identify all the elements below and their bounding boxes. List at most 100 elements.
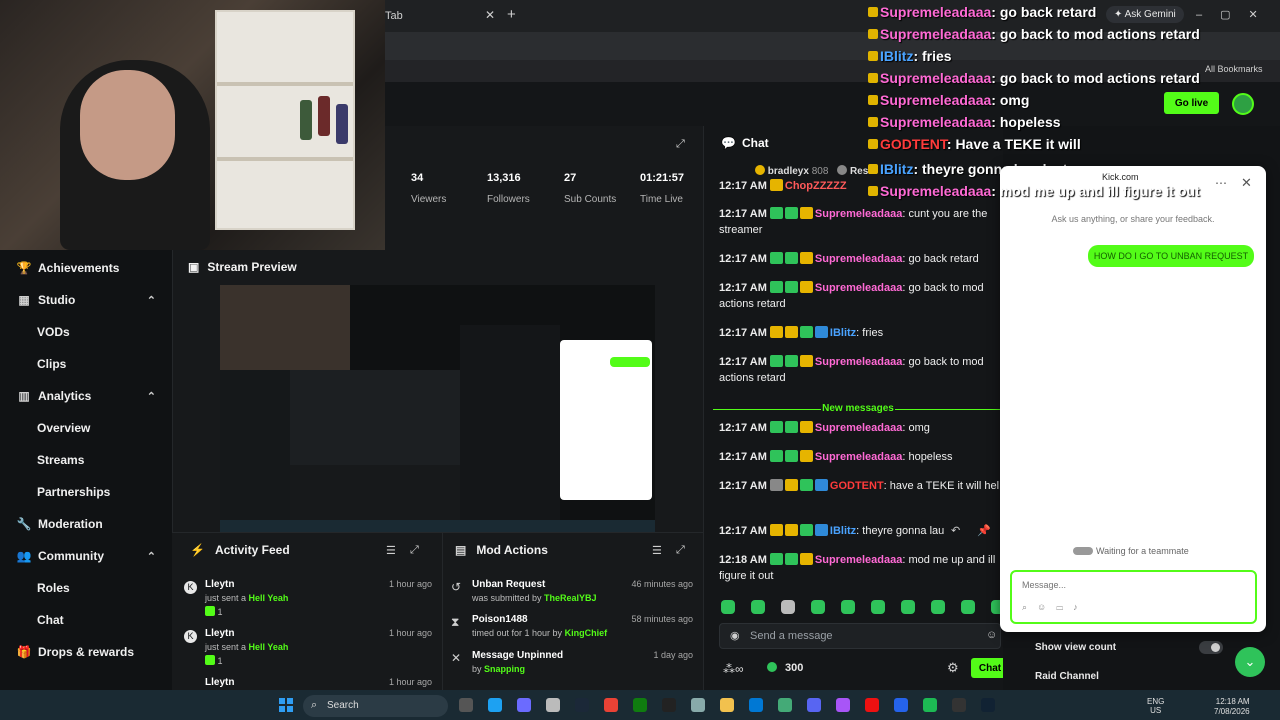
expand-icon[interactable]: ⤢ bbox=[676, 138, 685, 151]
new-messages-divider[interactable]: New messages bbox=[713, 403, 1003, 415]
app-icon[interactable] bbox=[517, 698, 531, 712]
app-icon[interactable] bbox=[865, 698, 879, 712]
monitor-icon: ▣ bbox=[188, 260, 200, 274]
sidebar-item-overview[interactable]: Overview bbox=[0, 412, 172, 444]
chat-message[interactable]: 12:17 AM IBlitz: theyre gonna lau ↶ 📌 bbox=[719, 523, 1001, 539]
pinned-users: bradleyx 808 Resid bbox=[755, 165, 877, 177]
stream-preview-title: ▣ Stream Preview bbox=[188, 260, 297, 274]
chat-message[interactable]: 12:17 AM IBlitz: fries bbox=[719, 325, 1001, 341]
chatgpt-icon[interactable] bbox=[546, 698, 560, 712]
taskbar-search[interactable]: ⌕ Search bbox=[303, 695, 448, 717]
sidebar-item-community[interactable]: 👥 Community ⌃ bbox=[0, 540, 172, 572]
sidebar-item-vods[interactable]: VODs bbox=[0, 316, 172, 348]
folder-icon[interactable] bbox=[720, 698, 734, 712]
list-item: Lleytn 1 hour ago bbox=[205, 677, 432, 688]
chat-message[interactable]: 12:17 AM Supremeleadaaa: go back retard bbox=[719, 251, 1001, 267]
ask-gemini-button[interactable]: ✦ Ask Gemini bbox=[1106, 6, 1184, 23]
wrench-icon: 🔧 bbox=[16, 517, 32, 531]
stat-sub-counts: 27 Sub Counts bbox=[564, 172, 617, 205]
user-message-bubble: HOW DO I GO TO UNBAN REQUEST bbox=[1088, 245, 1254, 267]
language-indicator[interactable]: ENG US bbox=[1147, 697, 1164, 715]
store-icon[interactable] bbox=[749, 698, 763, 712]
chat-message[interactable]: 12:17 AM Supremeleadaaa: go back to mod a… bbox=[719, 280, 1001, 312]
sidebar-item-clips[interactable]: Clips bbox=[0, 348, 172, 380]
windows-start-icon[interactable] bbox=[279, 698, 293, 712]
chrome-icon[interactable] bbox=[604, 698, 618, 712]
epic-icon[interactable] bbox=[662, 698, 676, 712]
chat-message[interactable]: 12:18 AM Supremeleadaaa: mod me up and il… bbox=[719, 552, 1001, 584]
show-view-count-toggle[interactable] bbox=[1199, 641, 1223, 654]
chat-message[interactable]: 12:17 AM Supremeleadaaa: cunt you are the… bbox=[719, 206, 1001, 238]
app-icon[interactable] bbox=[981, 698, 995, 712]
crown-icon bbox=[755, 165, 765, 175]
more-options-icon[interactable]: ⋯ bbox=[1215, 176, 1227, 190]
studio-sidebar: 🏆 Achievements ▦ Studio ⌃ VODs Clips ▥ Analy… bbox=[0, 250, 172, 690]
gear-icon[interactable]: ⚙ bbox=[947, 660, 959, 676]
overlay-chat-line: Supremeleadaaa: mod me up and ill figure… bbox=[868, 183, 1200, 199]
list-item: ⧗ Poison1488 timed out for 1 hour by Kin… bbox=[451, 614, 693, 638]
support-chat-popup bbox=[1000, 166, 1266, 632]
emote-bar[interactable] bbox=[721, 600, 1005, 617]
spotify-icon[interactable] bbox=[923, 698, 937, 712]
pin-icon[interactable]: 📌 bbox=[977, 523, 991, 539]
discord-icon[interactable] bbox=[807, 698, 821, 712]
overlay-chat-line: Supremeleadaaa: go back to mod actions r… bbox=[868, 26, 1200, 42]
mod-actions-panel: ▤ Mod Actions ☰ ⤢ ↺ Unban Request was sub… bbox=[442, 532, 703, 690]
close-icon[interactable]: ✕ bbox=[1241, 175, 1252, 191]
filter-icon[interactable]: ☰ bbox=[386, 544, 396, 557]
sidebar-item-partnerships[interactable]: Partnerships bbox=[0, 476, 172, 508]
sidebar-item-chat[interactable]: Chat bbox=[0, 604, 172, 636]
sidebar-item-drops-rewards[interactable]: 🎁 Drops & rewards bbox=[0, 636, 172, 668]
xbox-icon[interactable] bbox=[633, 698, 647, 712]
emote-icon[interactable]: ◉ bbox=[730, 629, 740, 642]
chat-message[interactable]: 12:17 AM Supremeleadaaa: go back to mod a… bbox=[719, 354, 1001, 386]
sidebar-item-achievements[interactable]: 🏆 Achievements bbox=[0, 252, 172, 284]
steam-icon[interactable] bbox=[575, 698, 589, 712]
gift-icon: 🎁 bbox=[16, 645, 32, 659]
filter-icon[interactable]: ☰ bbox=[652, 544, 662, 557]
go-live-label: Go live bbox=[1174, 97, 1209, 109]
task-view-icon[interactable] bbox=[459, 698, 473, 712]
stream-stats: 34 Viewers 13,316 Followers 27 Sub Counts 0… bbox=[385, 126, 703, 250]
app-icon[interactable] bbox=[778, 698, 792, 712]
attachment-icon[interactable]: ⌕☺▭♪ bbox=[1022, 602, 1088, 613]
waiting-status: Waiting for a teammate bbox=[1073, 546, 1189, 556]
all-bookmarks-link[interactable]: All Bookmarks bbox=[1205, 64, 1263, 74]
users-icon[interactable]: ⁂∞ bbox=[723, 662, 744, 676]
expand-icon[interactable]: ⤢ bbox=[676, 544, 685, 557]
chat-message[interactable]: 12:17 AM Supremeleadaaa: hopeless bbox=[719, 449, 1001, 465]
chevron-down-icon[interactable]: ⌄ bbox=[1235, 647, 1265, 677]
kick-icon: K bbox=[184, 630, 197, 643]
sidebar-item-streams[interactable]: Streams bbox=[0, 444, 172, 476]
send-message-input[interactable]: ◉ Send a message ☺ bbox=[719, 623, 1001, 649]
expand-icon[interactable]: ⤢ bbox=[410, 544, 419, 557]
new-tab-icon[interactable]: + bbox=[507, 6, 516, 23]
overlay-chat-line: Supremeleadaaa: go back to mod actions r… bbox=[868, 70, 1200, 86]
raid-channel-button[interactable]: Raid Channel bbox=[1035, 671, 1099, 682]
sidebar-item-roles[interactable]: Roles bbox=[0, 572, 172, 604]
support-message-field[interactable] bbox=[1010, 570, 1257, 624]
kicks-balance[interactable]: 300 bbox=[767, 662, 803, 674]
terminal-icon[interactable] bbox=[894, 698, 908, 712]
chat-icon: 💬 bbox=[721, 136, 736, 150]
window-controls[interactable]: –▢✕ bbox=[1196, 8, 1276, 21]
sidebar-item-analytics[interactable]: ▥ Analytics ⌃ bbox=[0, 380, 172, 412]
obs-icon[interactable] bbox=[952, 698, 966, 712]
taskbar-clock[interactable]: 12:18 AM 7/08/2026 bbox=[1214, 697, 1250, 717]
chat-message[interactable]: 12:17 AM Supremeleadaaa: omg bbox=[719, 420, 1001, 436]
edge-icon[interactable] bbox=[488, 698, 502, 712]
support-message-input[interactable] bbox=[1022, 580, 1242, 590]
go-live-button[interactable]: Go live bbox=[1164, 92, 1219, 114]
close-tab-icon[interactable]: ✕ bbox=[485, 8, 495, 22]
smile-icon[interactable]: ☺ bbox=[986, 629, 997, 641]
tab-title[interactable]: Tab bbox=[385, 10, 403, 22]
reply-icon[interactable]: ↶ bbox=[951, 523, 960, 539]
settings-icon[interactable] bbox=[691, 698, 705, 712]
app-icon[interactable] bbox=[836, 698, 850, 712]
kick-header bbox=[385, 82, 1280, 126]
avatar[interactable] bbox=[1232, 93, 1254, 115]
sidebar-item-moderation[interactable]: 🔧 Moderation bbox=[0, 508, 172, 540]
chat-message[interactable]: 12:17 AM GODTENT: have a TEKE it will hel bbox=[719, 478, 1001, 494]
sidebar-item-studio[interactable]: ▦ Studio ⌃ bbox=[0, 284, 172, 316]
stream-preview-video[interactable] bbox=[220, 285, 655, 532]
